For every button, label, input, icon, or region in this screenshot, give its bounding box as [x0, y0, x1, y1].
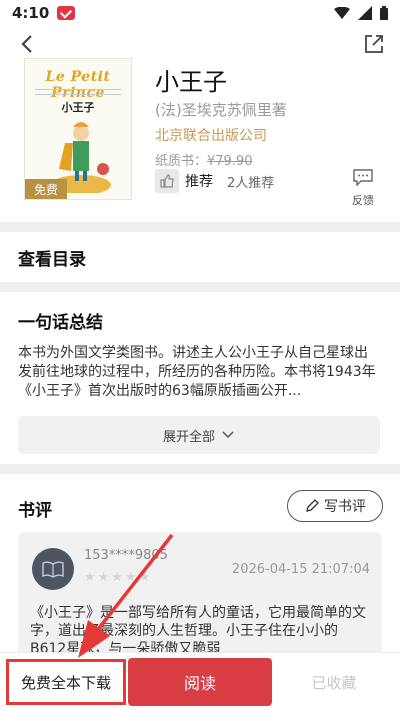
favorited-button[interactable]: 已收藏 — [272, 658, 396, 706]
book-author[interactable]: (法)圣埃克苏佩里著 — [155, 99, 287, 120]
rating-stars: ★★★★★ — [84, 570, 153, 585]
book-title: 小王子 — [155, 68, 227, 96]
toc-row[interactable]: 查看目录 — [0, 232, 400, 282]
toc-title: 查看目录 — [18, 250, 86, 270]
expand-all-button[interactable]: 展开全部 — [18, 416, 380, 454]
pencil-icon — [306, 499, 319, 512]
cover-title: Le Petit Prince — [45, 69, 111, 101]
wifi-icon — [334, 7, 350, 19]
feedback-button[interactable]: 反馈 — [348, 168, 378, 208]
back-arrow-icon[interactable] — [16, 32, 40, 56]
signal-icon — [358, 6, 372, 20]
summary-title: 一句话总结 — [18, 313, 103, 333]
price-value: ¥79.90 — [207, 154, 253, 169]
write-review-label: 写书评 — [324, 499, 366, 515]
avatar[interactable] — [32, 548, 74, 590]
summary-text: 本书为外国文学类图书。讲述主人公小王子从自己星球出发前往地球的过程中，所经历的各… — [18, 345, 376, 399]
reviewer-name: 153****9805 — [84, 548, 168, 563]
review-date: 2026-04-15 21:07:04 — [231, 562, 370, 577]
paper-price: 纸质书：¥79.90 — [155, 150, 253, 169]
review-text: 《小王子》是一部写给所有人的童话，它用最简单的文字，道出了最深刻的人生哲理。小王… — [30, 605, 366, 657]
price-label: 纸质书： — [155, 154, 208, 169]
book-header: Le Petit Prince 小王子 免费 小王子 (法)圣埃克苏佩里著 北京… — [0, 26, 400, 222]
chevron-down-icon — [222, 431, 234, 439]
app-notification-icon — [57, 6, 76, 20]
recommend-button[interactable]: 推荐 2人推荐 — [155, 168, 274, 194]
feedback-label: 反馈 — [352, 194, 374, 207]
book-cover[interactable]: Le Petit Prince 小王子 免费 — [24, 58, 132, 200]
reviews-title: 书评 — [18, 501, 52, 521]
summary-section: 一句话总结 本书为外国文学类图书。讲述主人公小王子从自己星球出发前往地球的过程中… — [0, 292, 400, 464]
share-icon[interactable] — [362, 32, 386, 56]
recommend-count: 2人推荐 — [227, 175, 275, 191]
feedback-icon — [353, 169, 373, 187]
status-bar: 4:10 — [0, 0, 400, 26]
bottom-action-bar: 免费全本下载 阅读 已收藏 — [0, 652, 400, 710]
book-publisher[interactable]: 北京联合出版公司 — [155, 125, 267, 145]
review-item[interactable]: 153****9805 ★★★★★ 2026-04-15 21:07:04 《小… — [18, 532, 382, 657]
expand-label: 展开全部 — [162, 429, 215, 445]
cover-divider — [35, 89, 121, 95]
battery-icon — [380, 6, 388, 20]
free-download-button[interactable]: 免费全本下载 — [6, 659, 126, 705]
thumbs-up-icon — [155, 169, 179, 193]
book-avatar-icon — [42, 561, 64, 578]
status-icons — [334, 6, 388, 20]
write-review-button[interactable]: 写书评 — [287, 490, 383, 522]
recommend-label: 推荐 — [185, 174, 213, 190]
free-badge: 免费 — [25, 179, 67, 199]
status-time: 4:10 — [12, 4, 50, 22]
read-button[interactable]: 阅读 — [128, 658, 272, 706]
